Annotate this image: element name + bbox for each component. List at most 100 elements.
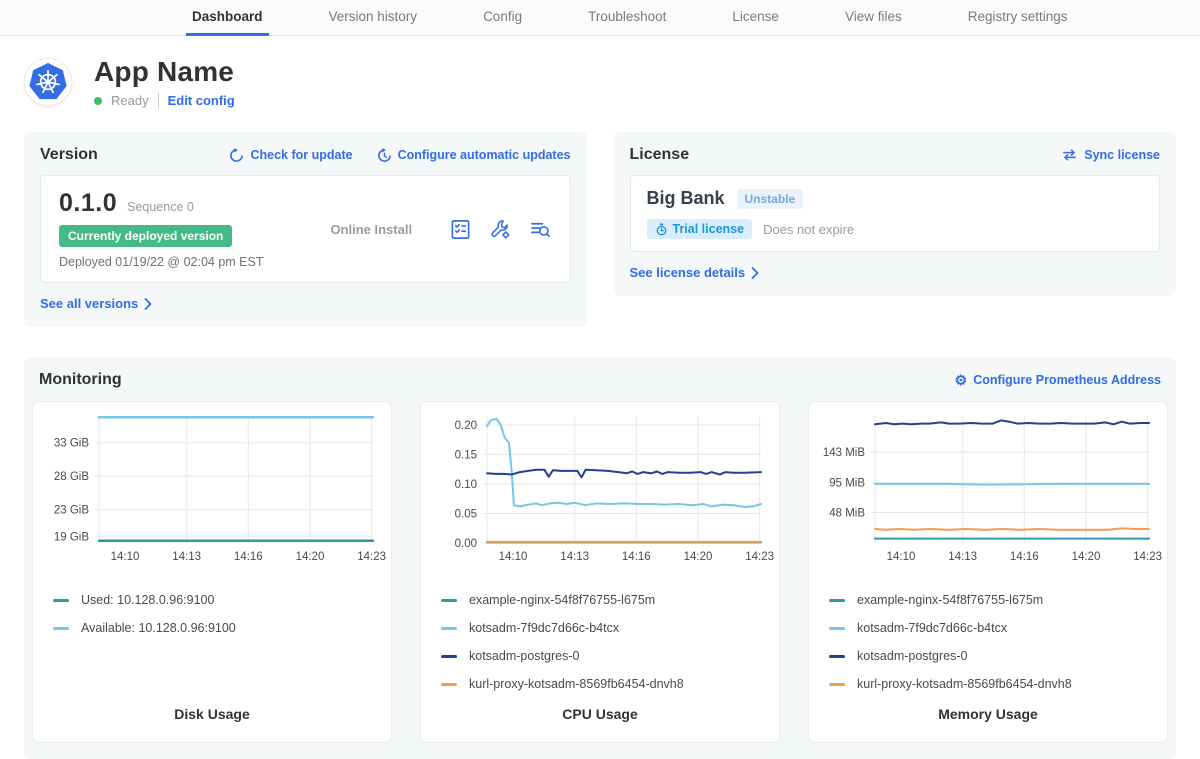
svg-text:14:16: 14:16 <box>234 551 263 563</box>
tab-version-history[interactable]: Version history <box>323 0 424 36</box>
legend-label: kurl-proxy-kotsadm-8569fb6454-dnvh8 <box>857 677 1072 691</box>
divider <box>158 93 159 108</box>
license-card: License Sync license Big Bank Unstable <box>614 132 1177 296</box>
legend-item: example-nginx-54f8f76755-l675m <box>441 593 779 607</box>
legend-item: kotsadm-postgres-0 <box>441 649 779 663</box>
svg-text:14:23: 14:23 <box>1133 551 1162 563</box>
legend-label: kotsadm-7f9dc7d66c-b4tcx <box>469 621 619 635</box>
logs-icon[interactable] <box>529 218 552 241</box>
svg-text:14:20: 14:20 <box>296 551 325 563</box>
svg-text:23 GiB: 23 GiB <box>54 505 89 517</box>
svg-text:14:13: 14:13 <box>560 551 589 563</box>
version-sequence: Sequence 0 <box>127 200 194 214</box>
install-type-label: Online Install <box>294 222 449 237</box>
license-name: Big Bank <box>647 188 725 209</box>
tab-troubleshoot[interactable]: Troubleshoot <box>582 0 672 36</box>
current-version-panel: 0.1.0 Sequence 0 Currently deployed vers… <box>40 175 571 283</box>
svg-text:14:13: 14:13 <box>172 551 201 563</box>
license-card-title: License <box>630 146 690 164</box>
legend-item: Used: 10.128.0.96:9100 <box>53 593 391 607</box>
tab-config[interactable]: Config <box>477 0 528 36</box>
legend-swatch <box>53 599 69 602</box>
tab-view-files[interactable]: View files <box>839 0 908 36</box>
top-nav: Dashboard Version history Config Trouble… <box>0 0 1200 36</box>
legend-swatch <box>441 655 457 658</box>
config-wrench-icon[interactable] <box>489 218 512 241</box>
legend-item: kotsadm-7f9dc7d66c-b4tcx <box>441 621 779 635</box>
ready-status-dot <box>94 97 102 105</box>
monitoring-card: Monitoring ⚙ Configure Prometheus Addres… <box>24 357 1176 759</box>
disk-usage-legend: Used: 10.128.0.96:9100 Available: 10.128.… <box>53 593 391 649</box>
legend-item: kurl-proxy-kotsadm-8569fb6454-dnvh8 <box>441 677 779 691</box>
legend-swatch <box>441 683 457 686</box>
cpu-usage-chart-panel: 0.200.150.100.050.0014:1014:1314:1614:20… <box>420 401 780 743</box>
legend-swatch <box>441 627 457 630</box>
svg-text:33 GiB: 33 GiB <box>54 438 89 450</box>
stopwatch-icon <box>655 223 668 236</box>
legend-swatch <box>829 599 845 602</box>
chart-plot: 0.200.150.100.050.0014:1014:1314:1614:20… <box>421 402 781 566</box>
chart-plot: 143 MiB95 MiB48 MiB14:1014:1314:1614:201… <box>809 402 1169 566</box>
svg-text:14:20: 14:20 <box>1072 551 1101 563</box>
memory-usage-chart-panel: 143 MiB95 MiB48 MiB14:1014:1314:1614:201… <box>808 401 1168 743</box>
license-type-badge: Trial license <box>647 219 753 239</box>
configure-prometheus-link[interactable]: ⚙ Configure Prometheus Address <box>955 373 1161 387</box>
charts-row: 33 GiB28 GiB23 GiB19 GiB14:1014:1314:161… <box>32 401 1168 743</box>
app-header: App Name Ready Edit config <box>0 36 1200 118</box>
see-license-details-link[interactable]: See license details <box>630 265 760 280</box>
tab-registry-settings[interactable]: Registry settings <box>962 0 1074 36</box>
version-card-title: Version <box>40 146 98 164</box>
svg-text:14:16: 14:16 <box>622 551 651 563</box>
tab-license[interactable]: License <box>726 0 785 36</box>
legend-swatch <box>829 627 845 630</box>
svg-text:14:23: 14:23 <box>745 551 774 563</box>
sync-icon <box>1061 148 1078 162</box>
disk-usage-plot: 33 GiB28 GiB23 GiB19 GiB14:1014:1314:161… <box>33 402 391 571</box>
svg-text:0.00: 0.00 <box>455 538 477 550</box>
preflight-icon[interactable] <box>449 218 472 241</box>
tab-dashboard[interactable]: Dashboard <box>186 0 269 36</box>
svg-text:0.10: 0.10 <box>455 479 477 491</box>
svg-text:14:10: 14:10 <box>887 551 916 563</box>
svg-text:0.05: 0.05 <box>455 509 477 521</box>
svg-text:48 MiB: 48 MiB <box>829 508 865 520</box>
legend-label: kotsadm-7f9dc7d66c-b4tcx <box>857 621 1007 635</box>
svg-text:14:13: 14:13 <box>948 551 977 563</box>
deployed-timestamp: Deployed 01/19/22 @ 02:04 pm EST <box>59 255 294 269</box>
legend-swatch <box>441 599 457 602</box>
svg-text:14:23: 14:23 <box>357 551 386 563</box>
see-all-versions-link[interactable]: See all versions <box>40 296 152 311</box>
svg-text:0.20: 0.20 <box>455 420 477 432</box>
legend-label: Available: 10.128.0.96:9100 <box>81 621 236 635</box>
svg-text:14:10: 14:10 <box>499 551 528 563</box>
svg-text:143 MiB: 143 MiB <box>823 447 866 459</box>
legend-item: Available: 10.128.0.96:9100 <box>53 621 391 635</box>
sync-license-link[interactable]: Sync license <box>1061 148 1160 162</box>
check-for-update-link[interactable]: Check for update <box>229 148 352 163</box>
memory-usage-title: Memory Usage <box>809 706 1167 742</box>
edit-config-link[interactable]: Edit config <box>168 93 235 108</box>
gear-icon: ⚙ <box>955 373 968 387</box>
summary-cards-row: Version Check for update <box>0 118 1200 327</box>
page-title: App Name <box>94 56 235 88</box>
kubernetes-icon <box>29 63 67 101</box>
cpu-usage-title: CPU Usage <box>421 706 779 742</box>
version-card: Version Check for update <box>24 132 587 327</box>
legend-label: example-nginx-54f8f76755-l675m <box>857 593 1043 607</box>
legend-item: kotsadm-postgres-0 <box>829 649 1167 663</box>
svg-text:14:20: 14:20 <box>684 551 713 563</box>
legend-item: example-nginx-54f8f76755-l675m <box>829 593 1167 607</box>
legend-label: kurl-proxy-kotsadm-8569fb6454-dnvh8 <box>469 677 684 691</box>
configure-automatic-updates-link[interactable]: Configure automatic updates <box>377 148 571 163</box>
disk-usage-title: Disk Usage <box>33 706 391 742</box>
check-update-icon <box>229 148 244 163</box>
license-detail-panel: Big Bank Unstable Trial license Do <box>630 175 1161 252</box>
chevron-right-icon <box>751 267 759 279</box>
version-number: 0.1.0 <box>59 189 117 218</box>
memory-usage-plot: 143 MiB95 MiB48 MiB14:1014:1314:1614:201… <box>809 402 1167 571</box>
svg-text:28 GiB: 28 GiB <box>54 471 89 483</box>
disk-usage-chart-panel: 33 GiB28 GiB23 GiB19 GiB14:1014:1314:161… <box>32 401 392 743</box>
cpu-usage-plot: 0.200.150.100.050.0014:1014:1314:1614:20… <box>421 402 779 571</box>
legend-item: kotsadm-7f9dc7d66c-b4tcx <box>829 621 1167 635</box>
legend-swatch <box>829 683 845 686</box>
